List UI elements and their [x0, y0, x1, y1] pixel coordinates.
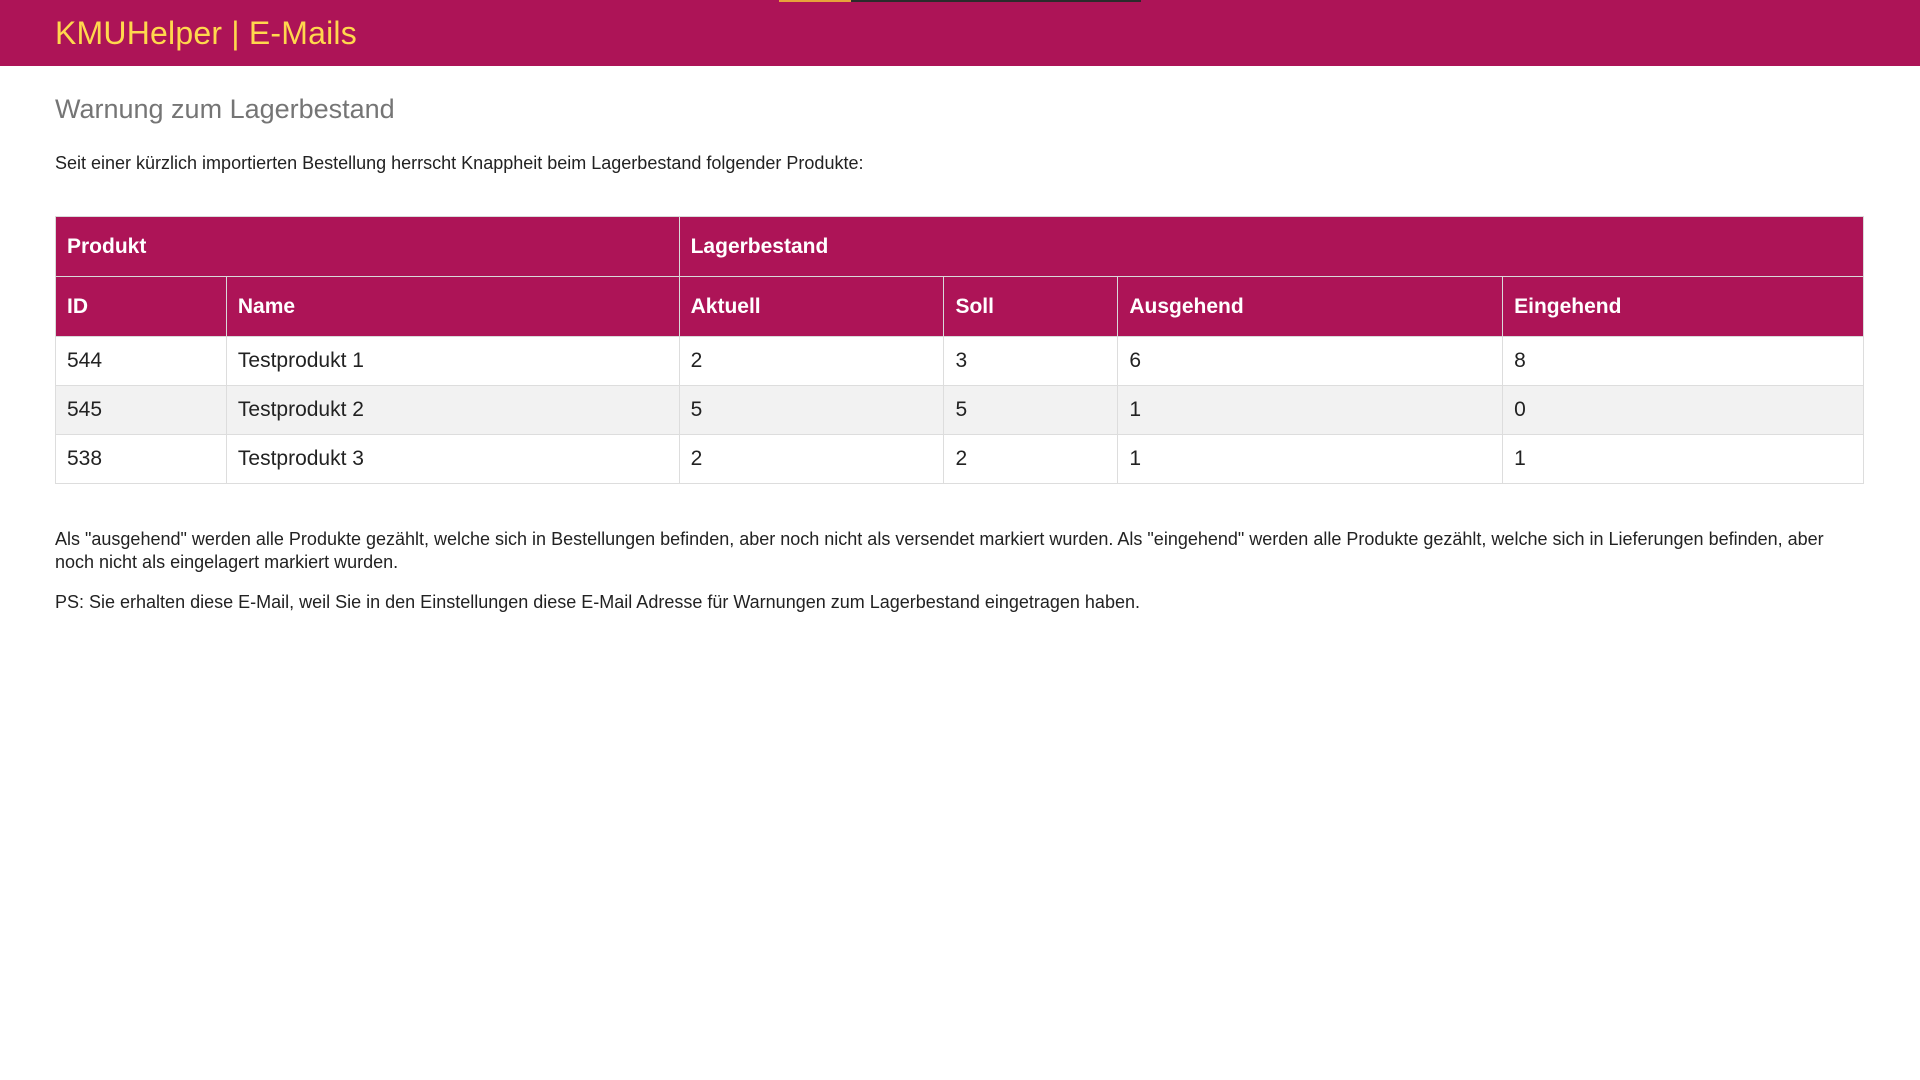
loading-indicator-progress — [779, 0, 851, 2]
cell-name: Testprodukt 1 — [225, 336, 680, 386]
cell-outgoing: 1 — [1117, 434, 1504, 484]
cell-target: 5 — [943, 385, 1119, 435]
table-row: 544 Testprodukt 1 2 3 6 8 — [55, 336, 1864, 386]
cell-current: 2 — [678, 336, 945, 386]
cell-target: 2 — [943, 434, 1119, 484]
stock-table: Produkt Lagerbestand ID Name Aktuell Sol… — [55, 216, 1865, 484]
table-row: 545 Testprodukt 2 5 5 1 0 — [55, 385, 1864, 435]
cell-name: Testprodukt 2 — [225, 385, 680, 435]
group-header-product: Produkt — [55, 216, 680, 277]
cell-id: 545 — [55, 385, 227, 435]
loading-indicator — [779, 0, 1141, 2]
loading-indicator-track — [851, 0, 1141, 2]
group-header-stock: Lagerbestand — [678, 216, 1865, 277]
cell-outgoing: 1 — [1117, 385, 1504, 435]
column-header-outgoing: Ausgehend — [1117, 276, 1504, 337]
cell-name: Testprodukt 3 — [225, 434, 680, 484]
cell-incoming: 0 — [1502, 385, 1864, 435]
column-header-target: Soll — [943, 276, 1119, 337]
cell-current: 5 — [678, 385, 945, 435]
column-header-name: Name — [225, 276, 680, 337]
cell-incoming: 1 — [1502, 434, 1864, 484]
cell-id: 544 — [55, 336, 227, 386]
top-bar: KMUHelper | E-Mails — [0, 0, 1920, 66]
column-header-incoming: Eingehend — [1502, 276, 1864, 337]
column-header-current: Aktuell — [678, 276, 945, 337]
app-title: KMUHelper | E-Mails — [55, 15, 357, 51]
ps-note: PS: Sie erhalten diese E-Mail, weil Sie … — [55, 592, 1140, 612]
explanation-note: Als "ausgehend" werden alle Produkte gez… — [55, 529, 1824, 572]
cell-outgoing: 6 — [1117, 336, 1504, 386]
table-column-header-row: ID Name Aktuell Soll Ausgehend Eingehend — [55, 276, 1864, 337]
column-header-id: ID — [55, 276, 227, 337]
intro-text: Seit einer kürzlich importierten Bestell… — [55, 153, 864, 173]
table-row: 538 Testprodukt 3 2 2 1 1 — [55, 434, 1864, 484]
cell-incoming: 8 — [1502, 336, 1864, 386]
page-title: Warnung zum Lagerbestand — [55, 94, 395, 124]
email-content: Warnung zum Lagerbestand Seit einer kürz… — [0, 94, 1920, 613]
table-group-header-row: Produkt Lagerbestand — [55, 216, 1865, 277]
cell-current: 2 — [678, 434, 945, 484]
cell-id: 538 — [55, 434, 227, 484]
cell-target: 3 — [943, 336, 1119, 386]
